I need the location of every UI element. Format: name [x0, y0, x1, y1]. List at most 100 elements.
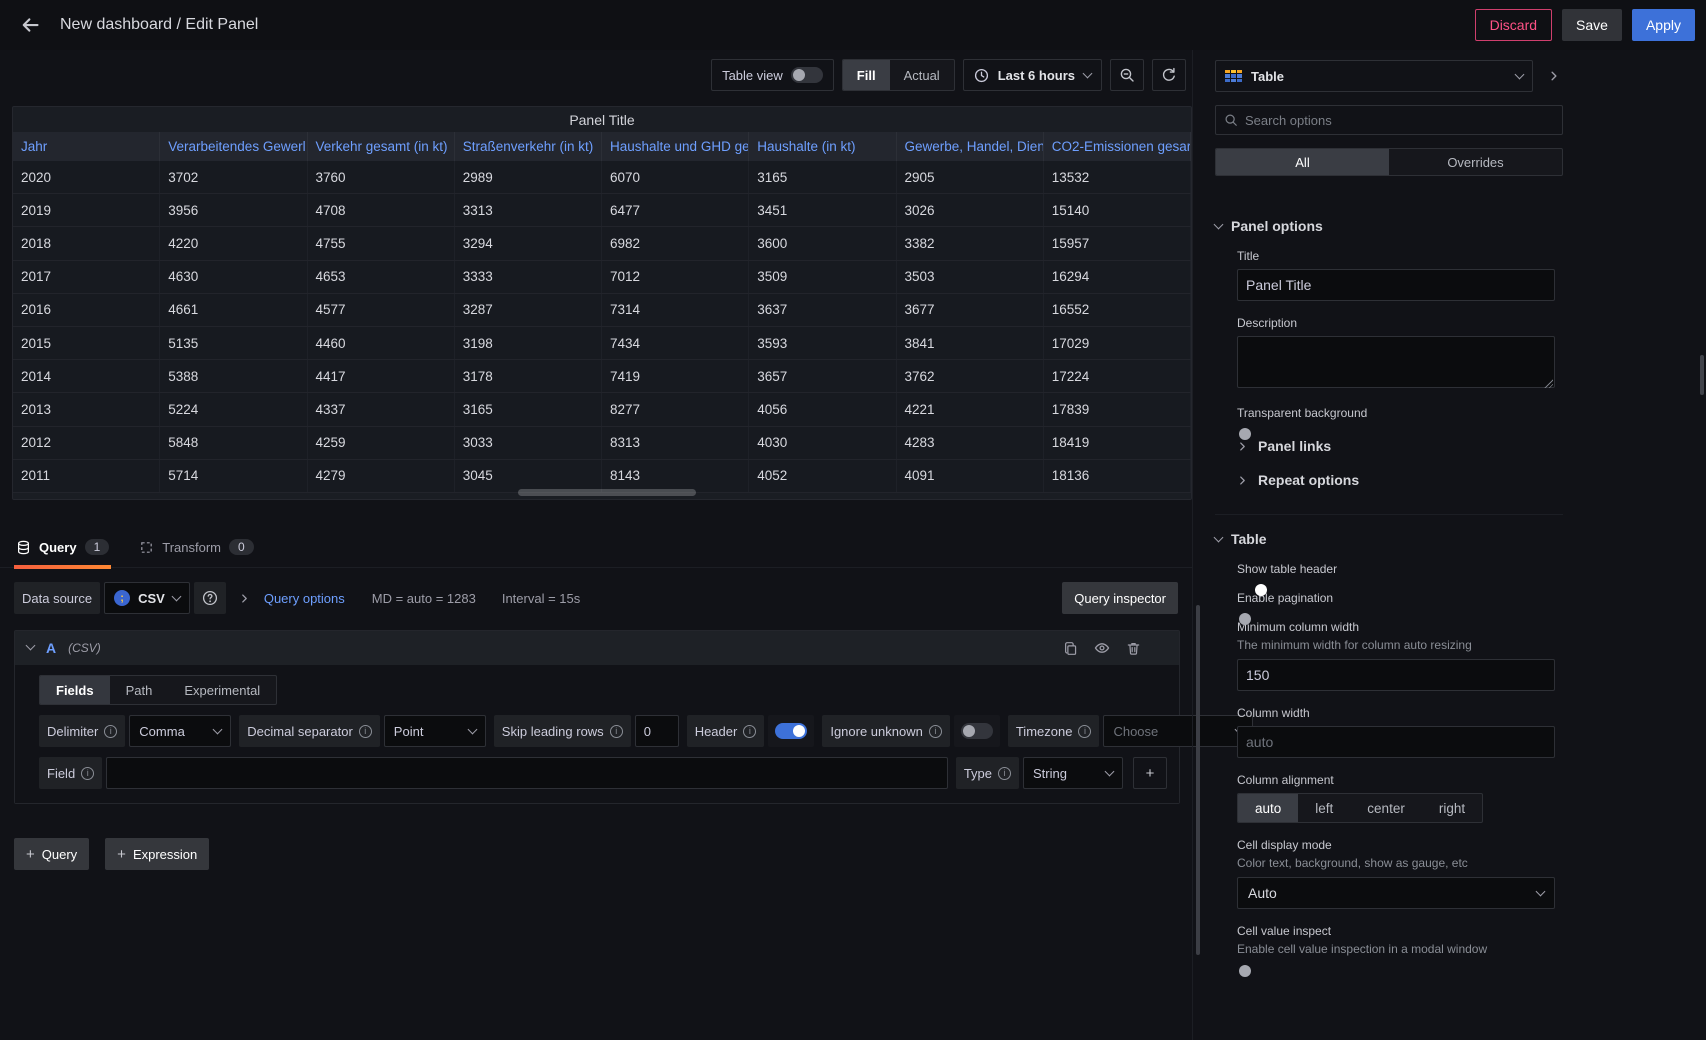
query-card: A (CSV) Fields	[14, 630, 1180, 804]
table-options-header[interactable]: Table	[1215, 531, 1563, 547]
field-input[interactable]	[106, 757, 948, 789]
query-count-badge: 1	[85, 539, 110, 555]
main-scrollbar[interactable]	[1196, 605, 1200, 955]
visualization-row: Table	[1215, 60, 1706, 92]
table-cell: 2013	[13, 393, 160, 425]
table-cell: 17224	[1044, 360, 1191, 392]
panel-options-header[interactable]: Panel options	[1215, 218, 1563, 234]
save-button[interactable]: Save	[1562, 9, 1622, 41]
alignment-right[interactable]: right	[1422, 794, 1482, 822]
table-cell: 2016	[13, 294, 160, 326]
table-row: 201258484259303383134030428318419	[13, 427, 1191, 460]
column-header[interactable]: Gewerbe, Handel, Dien	[897, 132, 1044, 161]
datasource-picker[interactable]: ; CSV	[104, 582, 190, 614]
datasource-help-button[interactable]	[194, 582, 226, 614]
horizontal-scrollbar[interactable]	[518, 489, 696, 496]
tab-experimental[interactable]: Experimental	[168, 676, 276, 704]
add-field-button[interactable]: +	[1133, 757, 1167, 789]
add-expression-button[interactable]: +Expression	[105, 838, 209, 870]
collapse-options-button[interactable]	[1541, 60, 1567, 92]
collapse-query-icon[interactable]	[26, 641, 36, 651]
table-cell: 3198	[455, 327, 602, 359]
column-header[interactable]: Straßenverkehr (in kt)	[455, 132, 602, 161]
table-cell: 4220	[160, 227, 307, 259]
panel-links-section[interactable]: Panel links	[1237, 438, 1563, 454]
database-icon	[16, 540, 31, 555]
visualization-name: Table	[1251, 69, 1284, 84]
decimal-separator-select[interactable]: Point	[384, 715, 486, 747]
column-header[interactable]: Haushalte und GHD ge	[602, 132, 749, 161]
sidebar-scrollbar[interactable]	[1700, 355, 1704, 395]
chevron-down-icon	[1214, 219, 1224, 229]
min-column-width-label: Minimum column width	[1237, 620, 1563, 634]
table-cell: 3333	[455, 261, 602, 293]
clock-icon	[974, 68, 989, 83]
pane-splitter[interactable]	[1192, 50, 1206, 1040]
column-width-input[interactable]	[1237, 726, 1555, 758]
actual-option[interactable]: Actual	[890, 60, 954, 90]
back-button[interactable]	[14, 9, 46, 41]
tab-overrides[interactable]: Overrides	[1389, 149, 1562, 175]
table-cell: 18136	[1044, 460, 1191, 492]
query-card-body: Fields Path Experimental Delimiteri Comm…	[15, 665, 1179, 803]
time-range-picker[interactable]: Last 6 hours	[963, 59, 1102, 91]
duplicate-query-icon[interactable]	[1063, 641, 1078, 656]
table-body: 2020370237602989607031652905135322019395…	[13, 161, 1191, 493]
table-cell: 3509	[749, 261, 896, 293]
tab-fields[interactable]: Fields	[40, 676, 110, 704]
chevron-down-icon	[171, 592, 181, 602]
chevron-right-icon	[1237, 441, 1248, 452]
repeat-options-section[interactable]: Repeat options	[1237, 472, 1563, 488]
table-cell: 4630	[160, 261, 307, 293]
table-cell: 4259	[308, 427, 455, 459]
table-cell: 3165	[455, 393, 602, 425]
tab-all[interactable]: All	[1216, 149, 1389, 175]
info-icon: i	[929, 725, 942, 738]
table-cell: 4337	[308, 393, 455, 425]
type-select[interactable]: String	[1023, 757, 1123, 789]
column-header[interactable]: Verkehr gesamt (in kt)	[308, 132, 455, 161]
transparent-background-label: Transparent background	[1237, 406, 1563, 420]
header-toggle[interactable]	[775, 723, 807, 739]
cell-display-mode-label: Cell display mode	[1237, 838, 1563, 852]
tab-path[interactable]: Path	[110, 676, 169, 704]
delimiter-label: Delimiteri	[39, 715, 125, 747]
delimiter-select[interactable]: Comma	[129, 715, 231, 747]
query-options-toggle[interactable]: Query options	[230, 582, 354, 614]
apply-button[interactable]: Apply	[1632, 9, 1695, 41]
tab-query[interactable]: Query 1	[14, 539, 111, 567]
discard-button[interactable]: Discard	[1475, 9, 1552, 41]
search-options-input[interactable]	[1245, 113, 1554, 128]
panel-title-input[interactable]	[1237, 269, 1555, 301]
ignore-unknown-toggle[interactable]	[961, 723, 993, 739]
query-ref-id[interactable]: A	[46, 640, 56, 656]
tab-transform[interactable]: Transform 0	[137, 539, 255, 567]
hide-query-icon[interactable]	[1094, 640, 1110, 656]
options-filter-tabs: All Overrides	[1215, 148, 1563, 176]
table-view-toggle[interactable]	[791, 67, 823, 83]
min-column-width-description: The minimum width for column auto resizi…	[1237, 638, 1563, 652]
zoom-out-button[interactable]	[1110, 59, 1144, 91]
delete-query-icon[interactable]	[1126, 641, 1141, 656]
add-query-button[interactable]: +Query	[14, 838, 89, 870]
refresh-button[interactable]	[1152, 59, 1186, 91]
fill-option[interactable]: Fill	[843, 60, 890, 90]
column-header[interactable]: Jahr	[13, 132, 160, 161]
alignment-center[interactable]: center	[1350, 794, 1422, 822]
table-cell: 6477	[602, 194, 749, 226]
table-cell: 8143	[602, 460, 749, 492]
column-alignment-group: auto left center right	[1237, 793, 1483, 823]
cell-display-mode-select[interactable]: Auto	[1237, 877, 1555, 909]
column-header[interactable]: Verarbeitendes Gewerl	[160, 132, 307, 161]
table-cell: 8313	[602, 427, 749, 459]
description-textarea[interactable]	[1237, 336, 1555, 388]
query-inspector-button[interactable]: Query inspector	[1062, 582, 1178, 614]
column-header[interactable]: CO2-Emissionen gesar	[1044, 132, 1191, 161]
table-cell: 2020	[13, 161, 160, 193]
column-header[interactable]: Haushalte (in kt)	[749, 132, 896, 161]
alignment-auto[interactable]: auto	[1238, 794, 1298, 822]
alignment-left[interactable]: left	[1298, 794, 1350, 822]
skip-rows-input[interactable]	[635, 715, 679, 747]
visualization-picker[interactable]: Table	[1215, 60, 1533, 92]
min-column-width-input[interactable]	[1237, 659, 1555, 691]
